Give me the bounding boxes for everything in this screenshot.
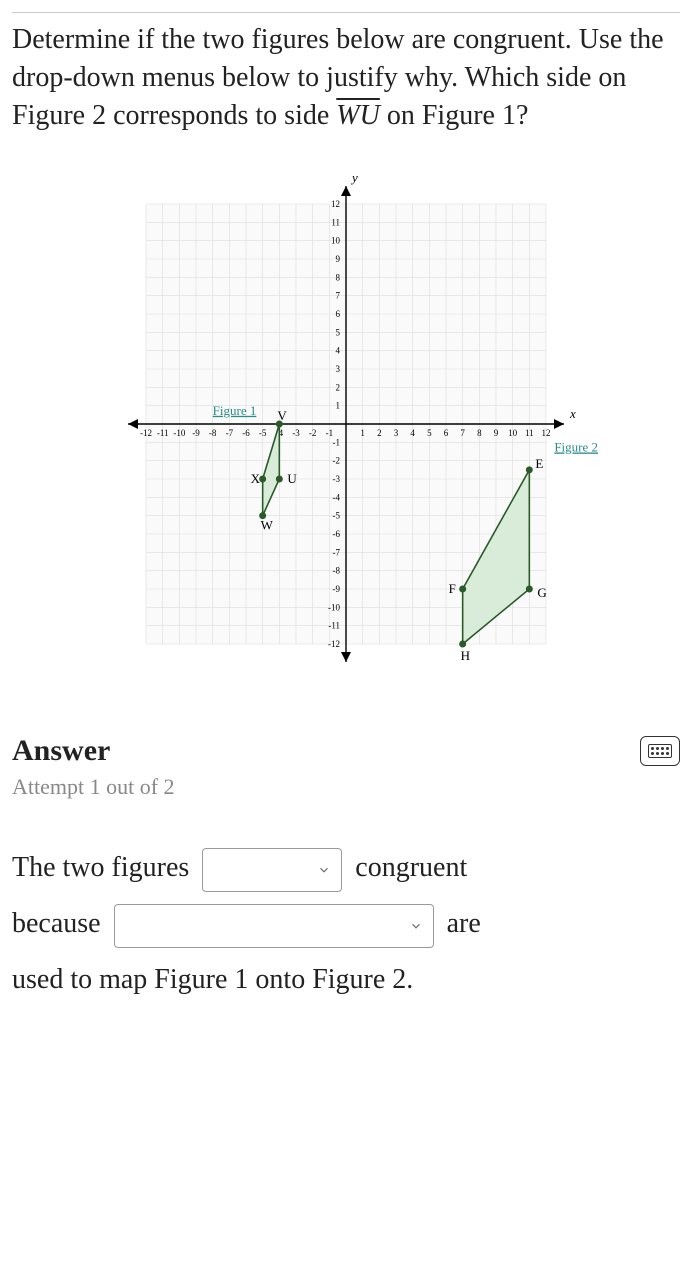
svg-text:1: 1 bbox=[360, 428, 365, 438]
svg-text:4: 4 bbox=[410, 428, 415, 438]
svg-text:6: 6 bbox=[336, 309, 341, 319]
svg-text:5: 5 bbox=[427, 428, 432, 438]
sentence-part-3: because bbox=[12, 908, 101, 939]
segment-wu: WU bbox=[336, 100, 380, 131]
svg-text:11: 11 bbox=[525, 428, 534, 438]
svg-text:G: G bbox=[537, 585, 546, 600]
svg-text:-10: -10 bbox=[328, 603, 340, 613]
chart-svg: -12-11-10-9-8-7-6-5-4-3-2-11234567891011… bbox=[76, 164, 616, 684]
svg-text:-8: -8 bbox=[333, 566, 341, 576]
svg-text:-7: -7 bbox=[333, 548, 341, 558]
svg-text:2: 2 bbox=[377, 428, 382, 438]
question-post: on Figure 1? bbox=[387, 100, 529, 131]
svg-text:1: 1 bbox=[336, 401, 341, 411]
svg-text:7: 7 bbox=[460, 428, 465, 438]
svg-text:x: x bbox=[569, 406, 576, 421]
question-text: Determine if the two figures below are c… bbox=[12, 12, 680, 134]
svg-text:y: y bbox=[350, 170, 358, 185]
svg-text:5: 5 bbox=[336, 328, 341, 338]
svg-text:9: 9 bbox=[336, 254, 341, 264]
svg-text:F: F bbox=[449, 581, 456, 596]
svg-text:-7: -7 bbox=[226, 428, 234, 438]
svg-text:V: V bbox=[277, 408, 287, 423]
sentence-part-5: used to map Figure 1 onto Figure 2. bbox=[12, 964, 413, 995]
chevron-down-icon bbox=[409, 919, 423, 933]
svg-text:10: 10 bbox=[331, 236, 341, 246]
svg-text:2: 2 bbox=[336, 383, 341, 393]
svg-text:-1: -1 bbox=[333, 438, 341, 448]
sentence-part-2: congruent bbox=[355, 852, 467, 883]
dropdown-congruent[interactable] bbox=[202, 848, 342, 892]
svg-text:-2: -2 bbox=[333, 456, 341, 466]
svg-text:8: 8 bbox=[336, 273, 341, 283]
sentence-part-1: The two figures bbox=[12, 852, 189, 883]
svg-text:W: W bbox=[261, 518, 274, 533]
svg-text:8: 8 bbox=[477, 428, 482, 438]
answer-title: Answer bbox=[12, 734, 110, 768]
svg-text:-5: -5 bbox=[259, 428, 267, 438]
keypad-button[interactable] bbox=[640, 736, 680, 766]
svg-text:6: 6 bbox=[444, 428, 449, 438]
svg-text:10: 10 bbox=[508, 428, 517, 438]
svg-text:-11: -11 bbox=[157, 428, 169, 438]
svg-text:U: U bbox=[287, 471, 297, 486]
svg-text:-12: -12 bbox=[328, 639, 340, 649]
svg-text:9: 9 bbox=[494, 428, 499, 438]
svg-text:-9: -9 bbox=[192, 428, 200, 438]
svg-text:-9: -9 bbox=[333, 584, 341, 594]
svg-text:Figure 2: Figure 2 bbox=[554, 440, 598, 455]
coordinate-plane: -12-11-10-9-8-7-6-5-4-3-2-11234567891011… bbox=[12, 164, 680, 684]
svg-text:E: E bbox=[535, 456, 543, 471]
attempt-text: Attempt 1 out of 2 bbox=[12, 774, 680, 800]
svg-text:X: X bbox=[251, 471, 261, 486]
svg-text:3: 3 bbox=[394, 428, 399, 438]
keypad-icon bbox=[648, 744, 672, 758]
svg-text:-4: -4 bbox=[333, 493, 341, 503]
svg-text:H: H bbox=[461, 648, 470, 663]
answer-section: Answer Attempt 1 out of 2 The two figure… bbox=[12, 734, 680, 1008]
svg-text:12: 12 bbox=[542, 428, 551, 438]
answer-sentence: The two figures congruent because are us… bbox=[12, 840, 680, 1008]
svg-text:-5: -5 bbox=[333, 511, 341, 521]
sentence-part-4: are bbox=[447, 908, 481, 939]
svg-text:-12: -12 bbox=[140, 428, 152, 438]
svg-text:3: 3 bbox=[336, 364, 341, 374]
svg-text:-2: -2 bbox=[309, 428, 317, 438]
svg-text:-3: -3 bbox=[292, 428, 300, 438]
svg-text:-10: -10 bbox=[173, 428, 185, 438]
svg-text:-6: -6 bbox=[242, 428, 250, 438]
svg-text:Figure 1: Figure 1 bbox=[213, 403, 257, 418]
svg-text:-8: -8 bbox=[209, 428, 217, 438]
svg-text:-6: -6 bbox=[333, 529, 341, 539]
svg-text:7: 7 bbox=[336, 291, 341, 301]
svg-text:-11: -11 bbox=[328, 621, 340, 631]
svg-text:12: 12 bbox=[331, 199, 340, 209]
dropdown-reason[interactable] bbox=[114, 904, 434, 948]
svg-text:4: 4 bbox=[336, 346, 341, 356]
svg-text:11: 11 bbox=[331, 218, 340, 228]
chevron-down-icon bbox=[317, 863, 331, 877]
svg-text:-3: -3 bbox=[333, 474, 341, 484]
